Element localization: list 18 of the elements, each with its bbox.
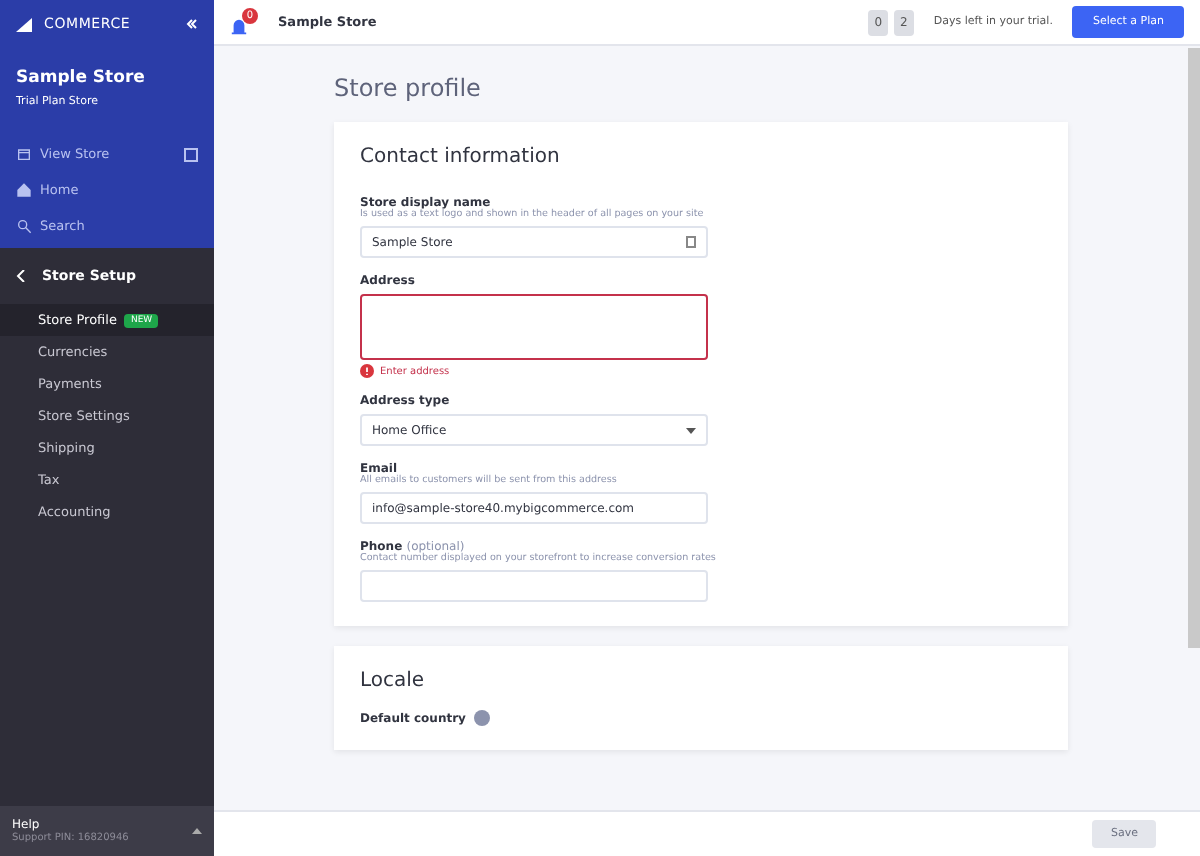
- page-title: Store profile: [334, 74, 483, 102]
- store-name: Sample Store: [16, 68, 147, 88]
- search-icon: [16, 218, 32, 234]
- external-link-icon: [184, 147, 198, 161]
- help-icon[interactable]: [473, 710, 490, 726]
- scrollbar[interactable]: [1188, 48, 1200, 648]
- logo-icon: [16, 17, 36, 31]
- collapse-icon[interactable]: [186, 18, 198, 30]
- caret-icon: [192, 828, 202, 834]
- home-icon: [16, 182, 32, 198]
- error-icon: [360, 364, 374, 378]
- back-icon: [16, 270, 26, 282]
- caret-icon: [686, 427, 696, 433]
- bell-icon: [230, 18, 248, 36]
- address-field[interactable]: [360, 294, 708, 360]
- card-title: Locale: [360, 670, 427, 692]
- input-field[interactable]: [360, 570, 708, 602]
- card-title: Contact information: [360, 146, 562, 168]
